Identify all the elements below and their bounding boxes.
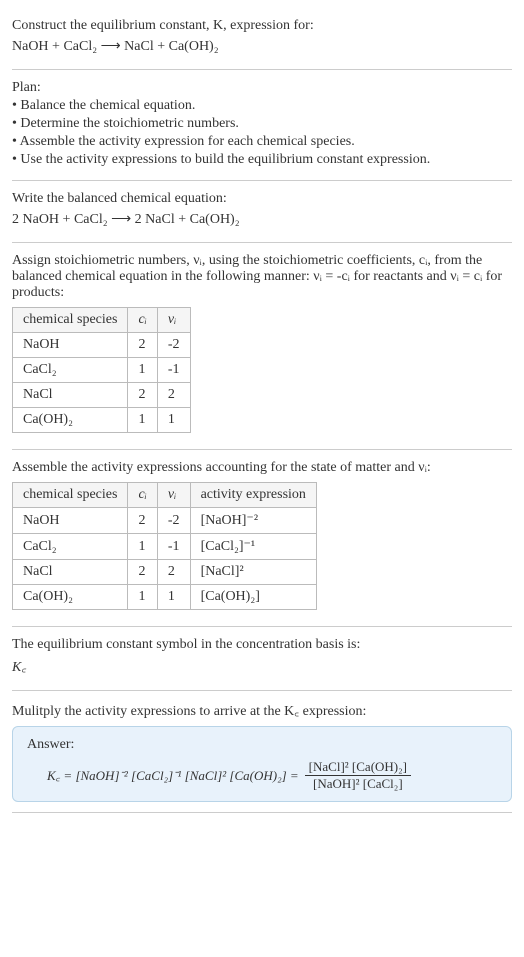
prompt-text: Construct the equilibrium constant, K, e… — [12, 18, 512, 34]
cell-nui: 2 — [157, 560, 190, 585]
kc-fraction: [NaCl]² [Ca(OH)₂] [NaOH]² [CaCl₂] — [305, 759, 411, 791]
cell-nui: -2 — [157, 508, 190, 534]
section-prompt: Construct the equilibrium constant, K, e… — [12, 8, 512, 70]
cell-ci: 1 — [128, 358, 157, 383]
cell-ci: 2 — [128, 508, 157, 534]
cell-species: CaCl₂ — [13, 534, 128, 560]
stoich-text: Assign stoichiometric numbers, νᵢ, using… — [12, 253, 512, 301]
cell-species: Ca(OH)₂ — [13, 408, 128, 433]
cell-nui: 1 — [157, 408, 190, 433]
col-species: chemical species — [13, 308, 128, 333]
table-row: NaOH 2 -2 [NaOH]⁻² — [13, 508, 317, 534]
plan-item-2: • Determine the stoichiometric numbers. — [12, 116, 512, 132]
table-row: CaCl₂ 1 -1 [CaCl₂]⁻¹ — [13, 534, 317, 560]
answer-box: Answer: K꜀ = [NaOH]⁻² [CaCl₂]⁻¹ [NaCl]² … — [12, 726, 512, 802]
balanced-heading: Write the balanced chemical equation: — [12, 191, 512, 207]
col-ci: cᵢ — [128, 483, 157, 508]
cell-ci: 1 — [128, 534, 157, 560]
cell-nui: 2 — [157, 383, 190, 408]
table-row: Ca(OH)₂ 1 1 — [13, 408, 191, 433]
section-activity-table: Assemble the activity expressions accoun… — [12, 450, 512, 627]
col-nui: νᵢ — [157, 308, 190, 333]
table-row: CaCl₂ 1 -1 — [13, 358, 191, 383]
cell-ci: 2 — [128, 383, 157, 408]
cell-ci: 1 — [128, 408, 157, 433]
plan-heading: Plan: — [12, 80, 512, 96]
cell-species: NaCl — [13, 560, 128, 585]
cell-activity: [NaOH]⁻² — [190, 508, 316, 534]
table-row: Ca(OH)₂ 1 1 [Ca(OH)₂] — [13, 585, 317, 610]
section-multiply: Mulitply the activity expressions to arr… — [12, 691, 512, 813]
section-balanced: Write the balanced chemical equation: 2 … — [12, 181, 512, 243]
section-plan: Plan: • Balance the chemical equation. •… — [12, 70, 512, 181]
balanced-equation: 2 NaOH + CaCl₂ ⟶ 2 NaCl + Ca(OH)₂ — [12, 211, 512, 228]
section-kc-symbol: The equilibrium constant symbol in the c… — [12, 627, 512, 691]
plan-item-1: • Balance the chemical equation. — [12, 98, 512, 114]
cell-ci: 2 — [128, 333, 157, 358]
multiply-text: Mulitply the activity expressions to arr… — [12, 701, 512, 720]
kc-numerator: [NaCl]² [Ca(OH)₂] — [305, 759, 411, 776]
cell-nui: -2 — [157, 333, 190, 358]
cell-species: CaCl₂ — [13, 358, 128, 383]
col-species: chemical species — [13, 483, 128, 508]
table-row: NaOH 2 -2 — [13, 333, 191, 358]
kc-text: The equilibrium constant symbol in the c… — [12, 637, 512, 653]
table-header-row: chemical species cᵢ νᵢ — [13, 308, 191, 333]
plan-item-4: • Use the activity expressions to build … — [12, 152, 512, 168]
unbalanced-equation: NaOH + CaCl₂ ⟶ NaCl + Ca(OH)₂ — [12, 38, 512, 55]
kc-symbol: K꜀ — [12, 657, 512, 676]
cell-species: NaCl — [13, 383, 128, 408]
cell-species: Ca(OH)₂ — [13, 585, 128, 610]
col-nui: νᵢ — [157, 483, 190, 508]
cell-ci: 2 — [128, 560, 157, 585]
cell-activity: [CaCl₂]⁻¹ — [190, 534, 316, 560]
table-header-row: chemical species cᵢ νᵢ activity expressi… — [13, 483, 317, 508]
kc-lhs: K꜀ = [NaOH]⁻² [CaCl₂]⁻¹ [NaCl]² [Ca(OH)₂… — [47, 766, 299, 784]
cell-species: NaOH — [13, 508, 128, 534]
plan-item-3: • Assemble the activity expression for e… — [12, 134, 512, 150]
col-activity: activity expression — [190, 483, 316, 508]
section-stoich-table: Assign stoichiometric numbers, νᵢ, using… — [12, 243, 512, 450]
cell-species: NaOH — [13, 333, 128, 358]
col-ci: cᵢ — [128, 308, 157, 333]
cell-nui: 1 — [157, 585, 190, 610]
table-row: NaCl 2 2 [NaCl]² — [13, 560, 317, 585]
cell-activity: [NaCl]² — [190, 560, 316, 585]
activity-heading: Assemble the activity expressions accoun… — [12, 460, 512, 476]
table-row: NaCl 2 2 — [13, 383, 191, 408]
kc-expression: K꜀ = [NaOH]⁻² [CaCl₂]⁻¹ [NaCl]² [Ca(OH)₂… — [27, 759, 497, 791]
cell-nui: -1 — [157, 358, 190, 383]
kc-denominator: [NaOH]² [CaCl₂] — [309, 776, 407, 792]
stoich-table: chemical species cᵢ νᵢ NaOH 2 -2 CaCl₂ 1… — [12, 307, 191, 433]
answer-label: Answer: — [27, 737, 497, 753]
cell-nui: -1 — [157, 534, 190, 560]
cell-ci: 1 — [128, 585, 157, 610]
cell-activity: [Ca(OH)₂] — [190, 585, 316, 610]
activity-table: chemical species cᵢ νᵢ activity expressi… — [12, 482, 317, 610]
